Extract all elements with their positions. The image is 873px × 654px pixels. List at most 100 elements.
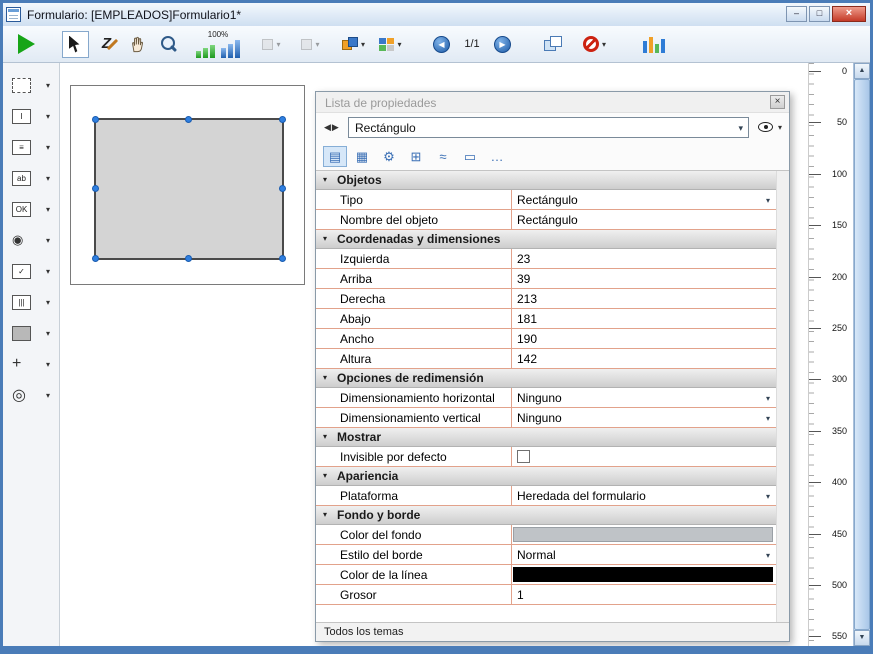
dropdown-arrow-icon[interactable]: ▾ [46,267,50,276]
entry-order-tool-button[interactable]: Z [93,31,120,58]
level-button[interactable]: ▾ [340,31,367,58]
oval-tool[interactable]: ◎▾ [7,383,55,407]
chart-button[interactable] [640,31,667,58]
scroll-up-button[interactable]: ▲ [854,63,870,79]
property-value[interactable]: Normal▾ [511,545,776,564]
dropdown-arrow-icon[interactable]: ▾ [397,40,401,49]
selection-handle[interactable] [185,255,192,262]
dropdown-arrow-icon[interactable]: ▾ [46,329,50,338]
property-value[interactable] [511,525,776,544]
zoom-tool-button[interactable] [155,31,182,58]
property-tab-list[interactable]: ▤ [323,146,347,167]
selection-handle[interactable] [92,185,99,192]
close-button[interactable]: × [832,6,866,22]
selected-rectangle-object[interactable] [94,118,284,260]
property-panel-titlebar[interactable]: Lista de propiedades × [316,92,789,113]
dropdown-arrow-icon[interactable]: ▾ [46,298,50,307]
next-object-icon[interactable]: ▶ [332,122,340,132]
property-value[interactable]: 23 [511,249,776,268]
property-tab-data-source[interactable]: ⊞ [404,146,428,167]
zoom-bars-icon[interactable] [196,40,240,58]
dropdown-arrow-icon[interactable]: ▾ [46,81,50,90]
property-panel-close-button[interactable]: × [770,95,785,109]
deactivate-objects-button[interactable]: ▾ [581,31,608,58]
dropdown-arrow-icon[interactable]: ▾ [766,551,770,560]
dropdown-arrow-icon[interactable]: ▾ [602,40,606,49]
property-value[interactable]: Rectángulo [511,210,776,229]
property-value[interactable]: Rectángulo▾ [511,190,776,209]
section-header-apariencia[interactable]: ▾Apariencia [316,467,776,486]
dropdown-arrow-icon[interactable]: ▾ [361,40,365,49]
dropdown-arrow-icon[interactable]: ▾ [46,174,50,183]
vertical-scrollbar[interactable]: ▲ ▼ [853,63,870,646]
listbox-tool[interactable]: ≡▾ [7,135,55,159]
pointer-tool-button[interactable] [62,31,89,58]
selection-handle[interactable] [92,116,99,123]
dropdown-arrow-icon[interactable]: ▾ [766,492,770,501]
selection-handle[interactable] [279,255,286,262]
property-value[interactable]: 181 [511,309,776,328]
scroll-down-button[interactable]: ▼ [854,630,870,646]
dropdown-arrow-icon[interactable]: ▾ [46,143,50,152]
dropdown-arrow-icon[interactable]: ▾ [46,360,50,369]
radio-button-tool[interactable]: ◉▾ [7,228,55,252]
property-value[interactable]: 1 [511,585,776,604]
selection-handle[interactable] [279,116,286,123]
property-value[interactable]: 39 [511,269,776,288]
line-tool[interactable]: +▾ [7,352,55,376]
property-value[interactable] [511,565,776,584]
dropdown-arrow-icon[interactable]: ▾ [766,196,770,205]
previous-page-button[interactable]: ◀ [428,31,455,58]
section-header-objetos[interactable]: ▾Objetos [316,171,776,190]
selection-handle[interactable] [279,185,286,192]
visibility-control[interactable]: ▾ [758,122,782,132]
display-views-button[interactable] [540,31,567,58]
property-tab-theme[interactable]: ▦ [350,146,374,167]
dropdown-arrow-icon[interactable]: ▾ [778,123,782,132]
property-panel-scrollbar[interactable] [776,171,789,622]
checkbox[interactable] [517,450,530,463]
dropdown-arrow-icon[interactable]: ▾ [46,391,50,400]
color-swatch[interactable] [513,527,773,542]
property-value[interactable] [511,447,776,466]
section-header-coordenadas-y-dimensiones[interactable]: ▾Coordenadas y dimensiones [316,230,776,249]
color-swatch[interactable] [513,567,773,582]
minimize-button[interactable]: – [786,6,807,22]
section-header-fondo-y-borde[interactable]: ▾Fondo y borde [316,506,776,525]
prev-object-icon[interactable]: ◀ [324,122,332,132]
dropdown-arrow-icon[interactable]: ▾ [46,112,50,121]
section-header-opciones-de-redimensi-n[interactable]: ▾Opciones de redimensión [316,369,776,388]
object-prev-next-buttons[interactable]: ◀▶ [324,122,340,133]
group-button[interactable]: ▾ [377,31,404,58]
property-tab-events[interactable]: ≈ [431,146,455,167]
zoom-widget[interactable]: 100% [196,30,240,58]
rectangle-tool[interactable]: ▾ [7,321,55,345]
object-selector-combo[interactable]: Rectángulo ▾ [348,117,749,138]
property-value[interactable]: 190 [511,329,776,348]
maximize-button[interactable]: □ [809,6,830,22]
selection-handle[interactable] [185,116,192,123]
section-header-mostrar[interactable]: ▾Mostrar [316,428,776,447]
property-value[interactable]: 142 [511,349,776,368]
highlight-area-tool[interactable]: ▾ [7,73,55,97]
dropdown-arrow-icon[interactable]: ▾ [46,205,50,214]
combo-dropdown-icon[interactable]: ▾ [738,123,743,134]
hand-tool-button[interactable] [124,31,151,58]
selection-handle[interactable] [92,255,99,262]
dropdown-arrow-icon[interactable]: ▾ [766,394,770,403]
checkbox-tool[interactable]: ✓▾ [7,259,55,283]
field-tool[interactable]: I▾ [7,104,55,128]
dropdown-arrow-icon[interactable]: ▾ [766,414,770,423]
dropdown-arrow-icon[interactable]: ▾ [46,236,50,245]
next-page-button[interactable]: ▶ [489,31,516,58]
property-tab-settings[interactable]: ⚙ [377,146,401,167]
property-value[interactable]: Heredada del formulario▾ [511,486,776,505]
button-grid-tool[interactable]: |||▾ [7,290,55,314]
scrollbar-thumb[interactable] [854,79,870,630]
text-input-tool[interactable]: ab▾ [7,166,55,190]
ok-button-tool[interactable]: OK▾ [7,197,55,221]
property-value[interactable]: Ninguno▾ [511,388,776,407]
property-tab-display[interactable]: ▭ [458,146,482,167]
form-page[interactable] [70,85,305,285]
title-bar[interactable]: Formulario: [EMPLEADOS]Formulario1* – □ … [3,3,870,26]
